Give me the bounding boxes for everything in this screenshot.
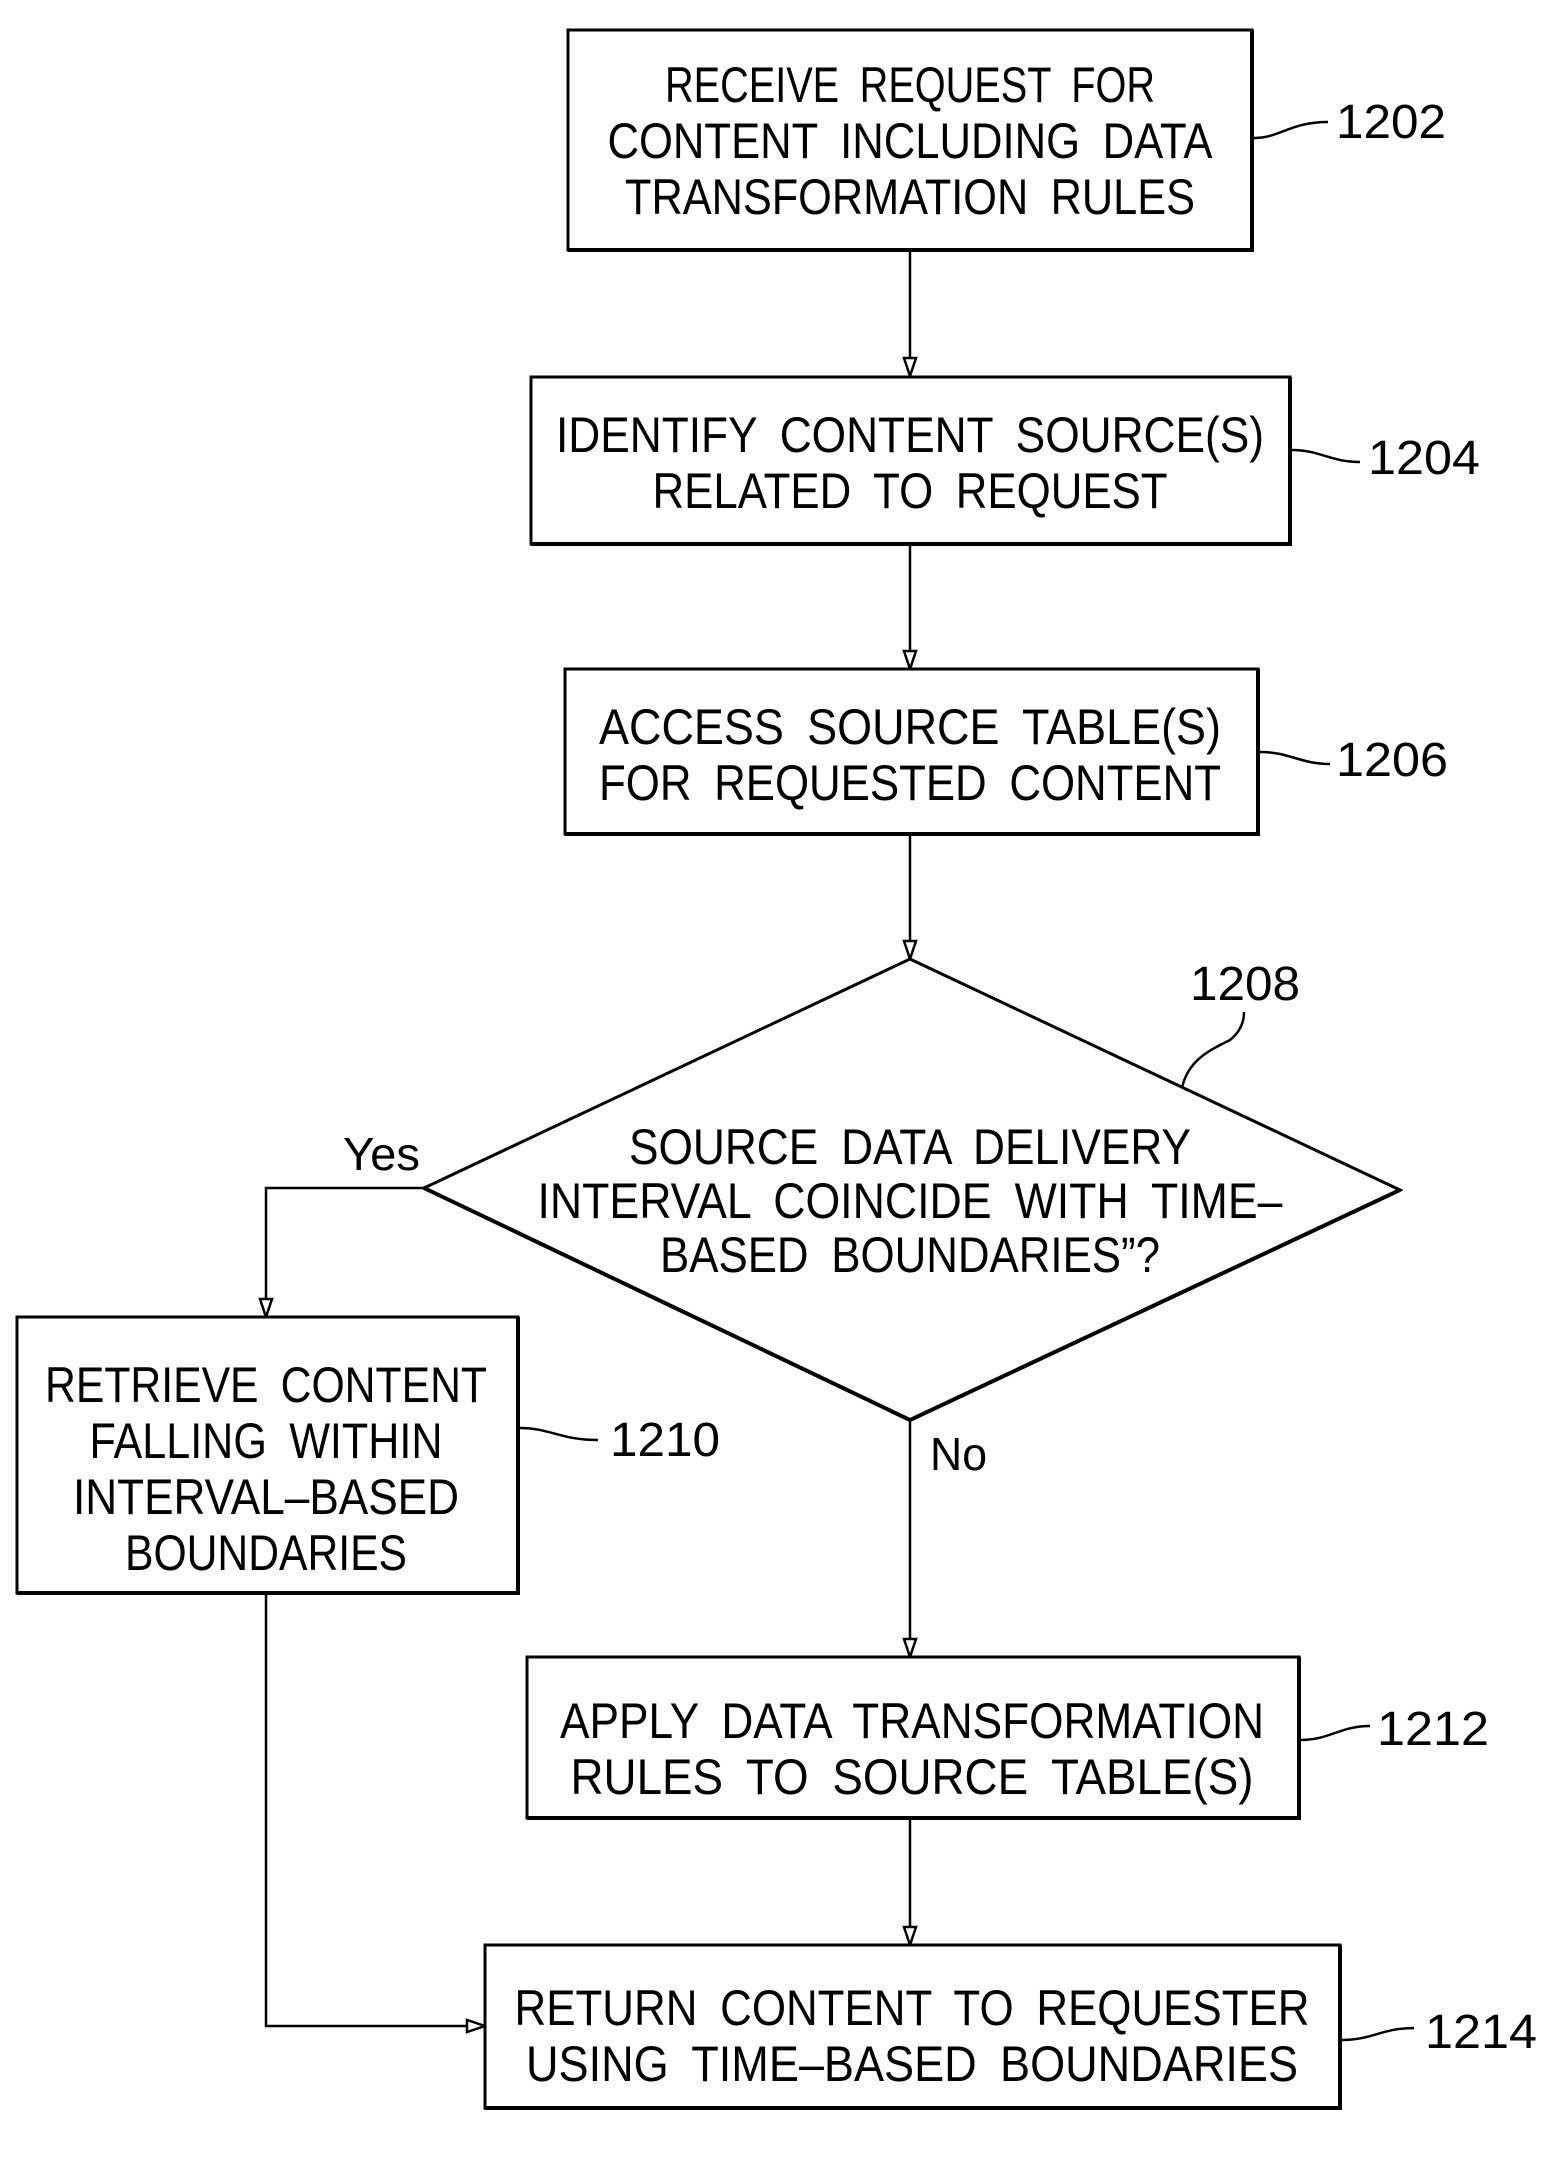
arrowhead-1212 <box>902 1637 918 1661</box>
ref-label-1206: 1206 <box>1336 734 1448 787</box>
step-1214-line-2: USING TIME–BASED BOUNDARIES <box>526 2036 1298 2092</box>
decision-1208-interval-coincide[interactable]: SOURCE DATA DELIVERY INTERVAL COINCIDE W… <box>420 957 1404 1423</box>
step-1206-line-1: ACCESS SOURCE TABLE(S) <box>599 699 1221 755</box>
step-1214-return-content[interactable]: RETURN CONTENT TO REQUESTER USING TIME–B… <box>483 1943 1342 2110</box>
branch-label-yes: Yes <box>343 1128 420 1180</box>
ref-label-1202: 1202 <box>1336 96 1446 149</box>
step-1202-line-2: CONTENT INCLUDING DATA <box>608 113 1214 169</box>
arrowhead-1214-left <box>465 2018 489 2034</box>
step-1204-identify-sources[interactable]: IDENTIFY CONTENT SOURCE(S) RELATED TO RE… <box>529 375 1292 546</box>
arrowhead-1204 <box>902 356 918 380</box>
ref-label-1208: 1208 <box>1190 958 1300 1011</box>
leader-1212 <box>1299 1724 1371 1742</box>
step-1202-line-1: RECEIVE REQUEST FOR <box>665 57 1155 113</box>
flowchart-canvas: RECEIVE REQUEST FOR CONTENT INCLUDING DA… <box>15 28 1537 2110</box>
leader-1208 <box>1180 1011 1246 1089</box>
decision-1208-line-3: BASED BOUNDARIES”? <box>660 1227 1160 1283</box>
step-1210-retrieve-content[interactable]: RETRIEVE CONTENT FALLING WITHIN INTERVAL… <box>15 1315 520 1595</box>
leader-1206 <box>1259 750 1331 766</box>
arrowhead-1214-top <box>902 1925 918 1949</box>
decision-1208-line-2: INTERVAL COINCIDE WITH TIME– <box>538 1173 1283 1229</box>
edge-1208-1210-yes <box>264 1186 424 1303</box>
step-1210-line-2: FALLING WITHIN <box>90 1413 443 1469</box>
ref-label-1210: 1210 <box>610 1414 720 1467</box>
step-1206-access-tables[interactable]: ACCESS SOURCE TABLE(S) FOR REQUESTED CON… <box>563 667 1260 836</box>
step-1212-line-1: APPLY DATA TRANSFORMATION <box>560 1693 1264 1749</box>
arrowhead-1210 <box>258 1297 274 1321</box>
step-1210-line-4: BOUNDARIES <box>125 1525 407 1581</box>
decision-1208-line-1: SOURCE DATA DELIVERY <box>629 1119 1191 1175</box>
step-1212-apply-rules[interactable]: APPLY DATA TRANSFORMATION RULES TO SOURC… <box>525 1655 1301 1820</box>
edge-1210-1214 <box>264 1593 471 2028</box>
arrowhead-1206 <box>902 649 918 673</box>
step-1210-line-1: RETRIEVE CONTENT <box>45 1357 487 1413</box>
leader-1214 <box>1341 2026 1415 2042</box>
step-1210-line-3: INTERVAL–BASED <box>73 1469 459 1525</box>
step-1214-line-1: RETURN CONTENT TO REQUESTER <box>515 1980 1310 2036</box>
ref-label-1214: 1214 <box>1425 2006 1537 2059</box>
step-1202-line-3: TRANSFORMATION RULES <box>625 169 1195 225</box>
step-1204-line-1: IDENTIFY CONTENT SOURCE(S) <box>556 407 1264 463</box>
leader-1202 <box>1253 120 1329 140</box>
step-1212-line-2: RULES TO SOURCE TABLE(S) <box>571 1749 1254 1805</box>
arrowhead-1208 <box>902 939 918 963</box>
step-1206-line-2: FOR REQUESTED CONTENT <box>599 755 1221 811</box>
step-1204-line-2: RELATED TO REQUEST <box>653 463 1168 519</box>
step-1202-receive-request[interactable]: RECEIVE REQUEST FOR CONTENT INCLUDING DA… <box>566 28 1254 252</box>
leader-1204 <box>1291 448 1361 464</box>
leader-1210 <box>519 1426 599 1442</box>
branch-label-no: No <box>930 1428 987 1480</box>
ref-label-1212: 1212 <box>1377 1703 1489 1756</box>
ref-label-1204: 1204 <box>1368 432 1480 485</box>
